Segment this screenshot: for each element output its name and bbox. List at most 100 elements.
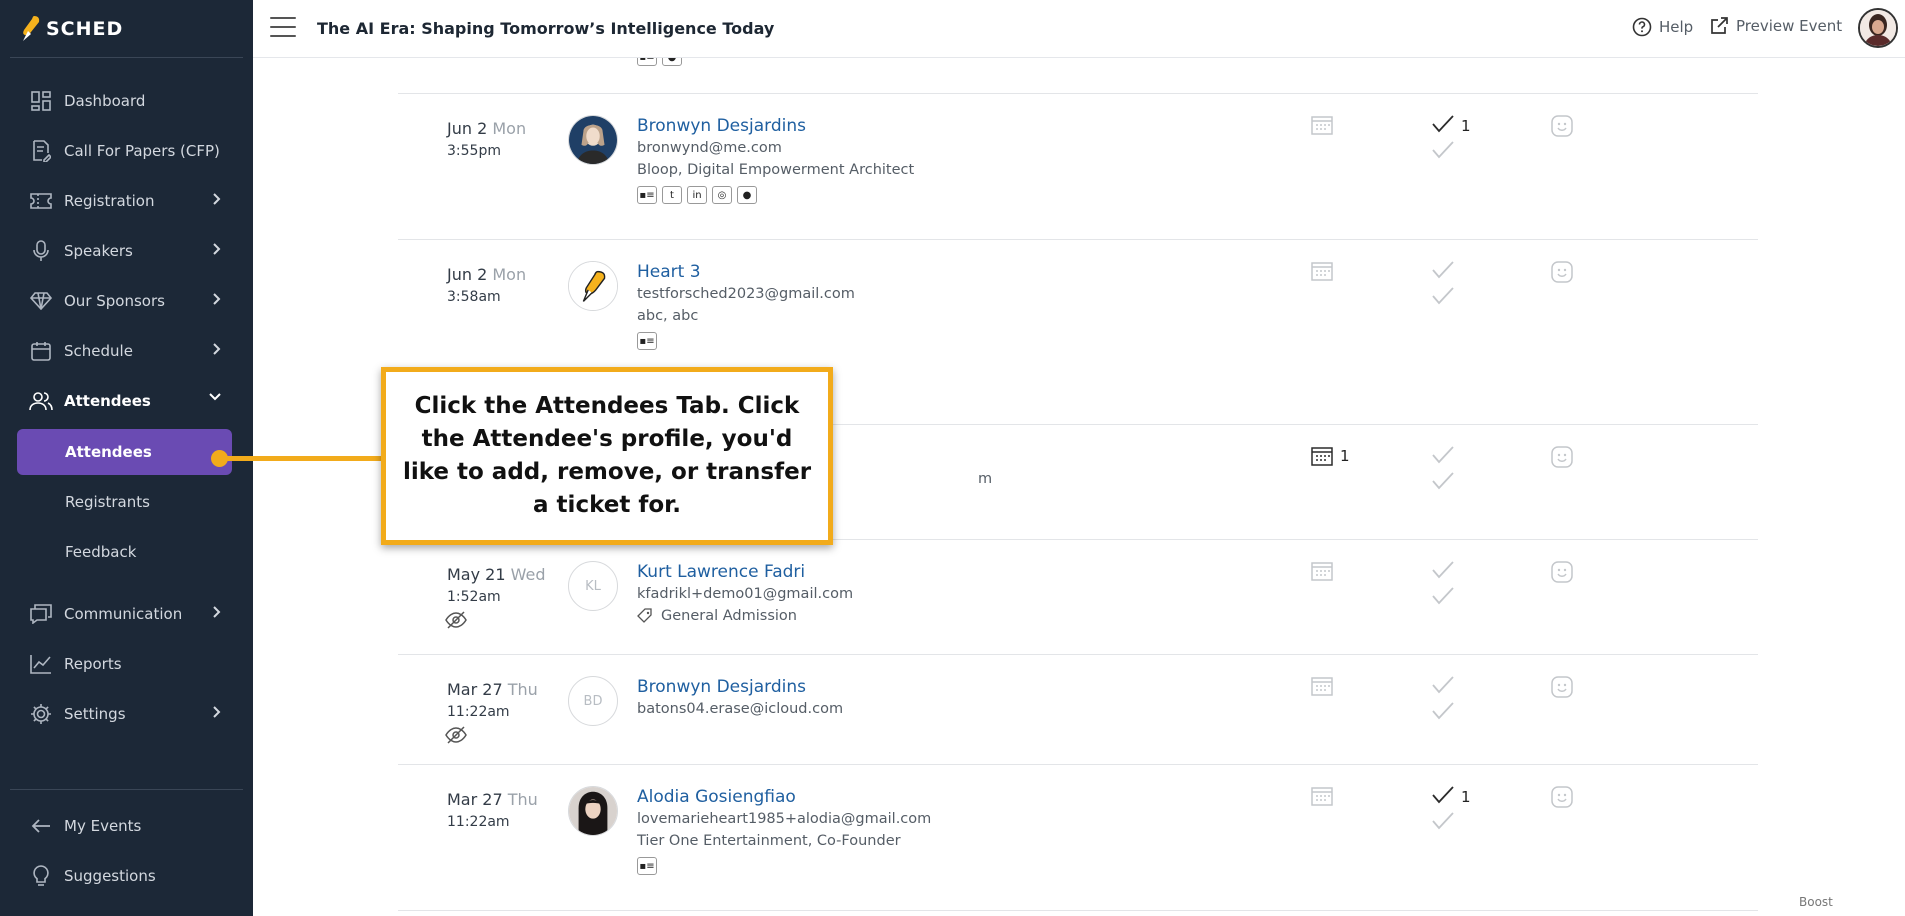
profile-card-icon[interactable]: ▪≡ — [637, 332, 657, 350]
table-row[interactable]: Mar 27 Thu 11:22am Alodia Gosiengfiao lo… — [398, 764, 1758, 911]
sidebar-subitem-label: Registrants — [65, 493, 150, 511]
smiley-icon[interactable] — [1551, 786, 1573, 808]
check-icon[interactable] — [1432, 287, 1454, 305]
sidebar-item-label: Registration — [64, 192, 155, 210]
sidebar-subitem-registrants[interactable]: Registrants — [17, 479, 232, 525]
check-count: 1 — [1461, 788, 1471, 806]
calendar-icon[interactable] — [1311, 676, 1333, 696]
checkin-check-icon[interactable] — [1432, 115, 1454, 133]
calendar-icon[interactable] — [1311, 786, 1333, 806]
sidebar-item-label: Communication — [64, 605, 183, 623]
row-time: 3:58am — [447, 289, 501, 305]
hidden-eye-icon[interactable] — [445, 726, 467, 744]
attendee-name[interactable]: Heart 3 — [637, 262, 701, 282]
sidebar-item-reports[interactable]: Reports — [16, 641, 232, 687]
attendee-name[interactable]: Bronwyn Desjardins — [637, 116, 806, 136]
check-icon[interactable] — [1432, 812, 1454, 830]
profile-card-icon[interactable]: ▪≡ — [637, 857, 657, 875]
chevron-right-icon — [213, 606, 221, 618]
profile-card-icon[interactable]: ▪≡ — [637, 186, 657, 204]
menu-icon[interactable] — [270, 17, 296, 39]
social-icons: ▪≡ t in ◎ ● — [637, 186, 757, 204]
attendee-name[interactable]: Alodia Gosiengfiao — [637, 787, 796, 807]
smiley-icon[interactable] — [1551, 676, 1573, 698]
help-label: Help — [1659, 18, 1694, 36]
smiley-icon[interactable] — [1551, 446, 1573, 468]
sidebar-item-label: Reports — [64, 655, 122, 673]
table-row[interactable]: Mar 27 Thu 11:22am BD Bronwyn Desjardins… — [398, 654, 1758, 764]
avatar[interactable] — [568, 786, 618, 836]
sidebar-item-communication[interactable]: Communication — [16, 591, 232, 637]
sidebar-subitem-attendees[interactable]: Attendees — [17, 429, 232, 475]
callout-connector — [222, 456, 383, 461]
attendee-email: m — [978, 471, 993, 487]
check-icon[interactable] — [1432, 561, 1454, 579]
sidebar-subitem-feedback[interactable]: Feedback — [17, 529, 232, 575]
social-icons: ▪≡ — [637, 332, 657, 350]
boost-label: Boost — [1799, 895, 1833, 909]
attendee-name[interactable]: Bronwyn Desjardins — [637, 677, 806, 697]
sidebar-item-my-events[interactable]: My Events — [16, 803, 232, 849]
sidebar-item-label: Suggestions — [64, 867, 156, 885]
check-icon[interactable] — [1432, 141, 1454, 159]
row-date: Jun 2 Mon — [447, 265, 527, 284]
check-icon[interactable] — [1432, 587, 1454, 605]
check-icon[interactable] — [1432, 446, 1454, 464]
smiley-icon[interactable] — [1551, 261, 1573, 283]
check-icon[interactable] — [1432, 261, 1454, 279]
ticket-label: General Admission — [661, 608, 797, 624]
calendar-icon[interactable] — [1311, 446, 1333, 466]
attendee-name[interactable]: Kurt Lawrence Fadri — [637, 562, 805, 582]
sidebar-item-label: Speakers — [64, 242, 133, 260]
lightbulb-icon — [26, 861, 56, 891]
sidebar-item-settings[interactable]: Settings — [16, 691, 232, 737]
divider — [10, 57, 243, 58]
calendar-icon[interactable] — [1311, 561, 1333, 581]
attendee-email: lovemarieheart1985+alodia@gmail.com — [637, 811, 932, 827]
sidebar-item-label: Call For Papers (CFP) — [64, 142, 220, 160]
user-avatar[interactable] — [1858, 8, 1898, 48]
row-time: 1:52am — [447, 589, 501, 605]
attendee-email: testforsched2023@gmail.com — [637, 286, 855, 302]
sidebar-item-speakers[interactable]: Speakers — [16, 228, 232, 274]
avatar[interactable]: BD — [568, 676, 618, 726]
hidden-eye-icon[interactable] — [445, 611, 467, 629]
row-time: 11:22am — [447, 814, 510, 830]
sidebar-item-sponsors[interactable]: Our Sponsors — [16, 278, 232, 324]
sidebar-item-label: Dashboard — [64, 92, 146, 110]
smiley-icon[interactable] — [1551, 115, 1573, 137]
sidebar-item-registration[interactable]: Registration — [16, 178, 232, 224]
avatar[interactable] — [568, 115, 618, 165]
ticket-info: General Admission — [637, 608, 797, 624]
profile-card-icon[interactable]: ▪≡ — [637, 58, 657, 66]
avatar[interactable] — [568, 261, 618, 311]
dashboard-icon — [26, 86, 56, 116]
sidebar-item-cfp[interactable]: Call For Papers (CFP) — [16, 128, 232, 174]
help-link[interactable]: Help — [1632, 17, 1693, 37]
sidebar-item-suggestions[interactable]: Suggestions — [16, 853, 232, 899]
instagram-icon[interactable]: ◎ — [712, 186, 732, 204]
linkedin-icon[interactable]: in — [687, 186, 707, 204]
calendar-icon[interactable] — [1311, 261, 1333, 281]
avatar[interactable]: KL — [568, 561, 618, 611]
preview-event-link[interactable]: Preview Event — [1710, 17, 1842, 35]
check-icon[interactable] — [1432, 472, 1454, 490]
twitter-icon[interactable]: t — [662, 186, 682, 204]
website-icon[interactable]: ● — [662, 58, 682, 66]
attendee-email: batons04.erase@icloud.com — [637, 701, 844, 717]
table-row[interactable]: May 21 Wed 1:52am KL Kurt Lawrence Fadri… — [398, 539, 1758, 654]
users-icon — [26, 386, 56, 416]
smiley-icon[interactable] — [1551, 561, 1573, 583]
sidebar-item-schedule[interactable]: Schedule — [16, 328, 232, 374]
sidebar-item-dashboard[interactable]: Dashboard — [16, 78, 232, 124]
table-row[interactable]: Jun 2 Mon 3:55pm Bronwyn Desjardins bron… — [398, 93, 1758, 239]
arrow-left-icon — [26, 811, 56, 841]
check-icon[interactable] — [1432, 702, 1454, 720]
calendar-icon[interactable] — [1311, 115, 1333, 135]
check-icon[interactable] — [1432, 676, 1454, 694]
sidebar-item-attendees[interactable]: Attendees — [16, 378, 232, 424]
tutorial-callout: Click the Attendees Tab. Click the Atten… — [381, 367, 833, 545]
checkin-check-icon[interactable] — [1432, 786, 1454, 804]
website-icon[interactable]: ● — [737, 186, 757, 204]
sched-logo[interactable]: SCHED — [20, 12, 123, 46]
